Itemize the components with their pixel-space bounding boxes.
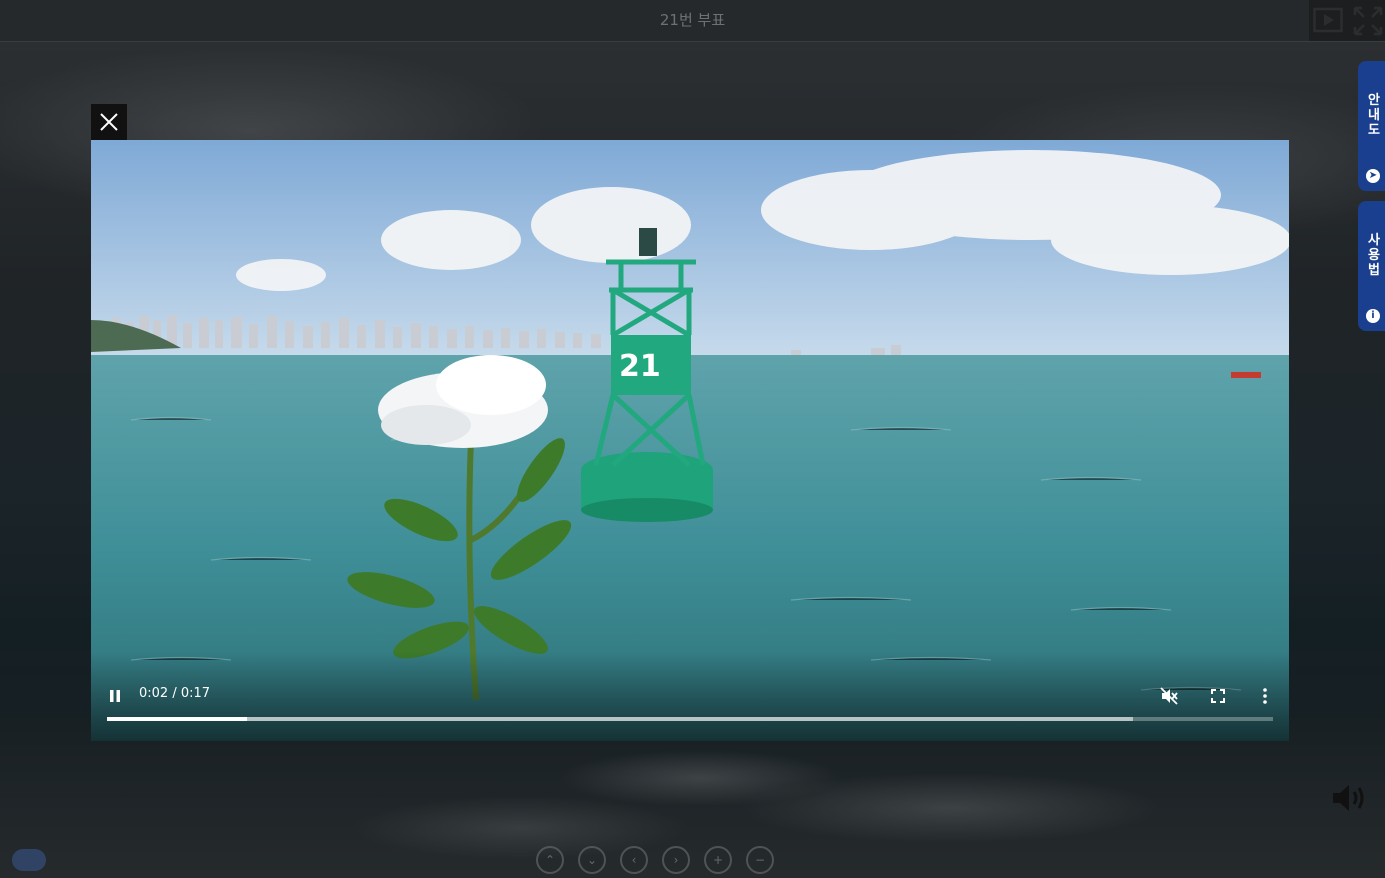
- close-icon: [100, 113, 118, 131]
- top-icon-group: [1309, 0, 1385, 41]
- video-player[interactable]: 21 0:02 / 0:17: [91, 140, 1289, 741]
- page-title: 21번 부표: [659, 11, 726, 29]
- side-tab-label: 안내도: [1368, 93, 1380, 138]
- side-tab-how-to-use[interactable]: 사용법 i: [1358, 201, 1385, 331]
- play-box-icon[interactable]: [1313, 6, 1343, 34]
- time-display: 0:02 / 0:17: [139, 686, 211, 701]
- left-arrow-icon[interactable]: ‹: [620, 846, 648, 874]
- progress-bar[interactable]: [107, 717, 1273, 721]
- played-bar: [107, 717, 247, 721]
- bottom-toolbar: ⌃ ⌄ ‹ › + −: [536, 846, 774, 874]
- logo-icon: [12, 849, 46, 871]
- video-controls: 0:02 / 0:17: [91, 681, 1289, 741]
- top-bar: 21번 부표: [0, 0, 1385, 42]
- muted-speaker-icon[interactable]: [1159, 686, 1179, 706]
- more-options-icon[interactable]: [1255, 685, 1275, 707]
- close-button[interactable]: [91, 104, 127, 140]
- down-arrow-icon[interactable]: ⌄: [578, 846, 606, 874]
- compass-icon: ➤: [1366, 169, 1380, 183]
- fullscreen-icon[interactable]: [1352, 5, 1384, 37]
- video-fullscreen-icon[interactable]: [1208, 686, 1228, 706]
- info-icon: i: [1366, 309, 1380, 323]
- side-tab-guide-map[interactable]: 안내도 ➤: [1358, 61, 1385, 191]
- pause-icon[interactable]: [107, 687, 123, 705]
- zoom-out-icon[interactable]: −: [746, 846, 774, 874]
- speaker-icon[interactable]: [1330, 782, 1368, 814]
- buoy-number: 21: [619, 349, 661, 384]
- side-tab-label: 사용법: [1368, 233, 1380, 278]
- up-arrow-icon[interactable]: ⌃: [536, 846, 564, 874]
- right-arrow-icon[interactable]: ›: [662, 846, 690, 874]
- zoom-in-icon[interactable]: +: [704, 846, 732, 874]
- buffered-bar: [107, 717, 1134, 721]
